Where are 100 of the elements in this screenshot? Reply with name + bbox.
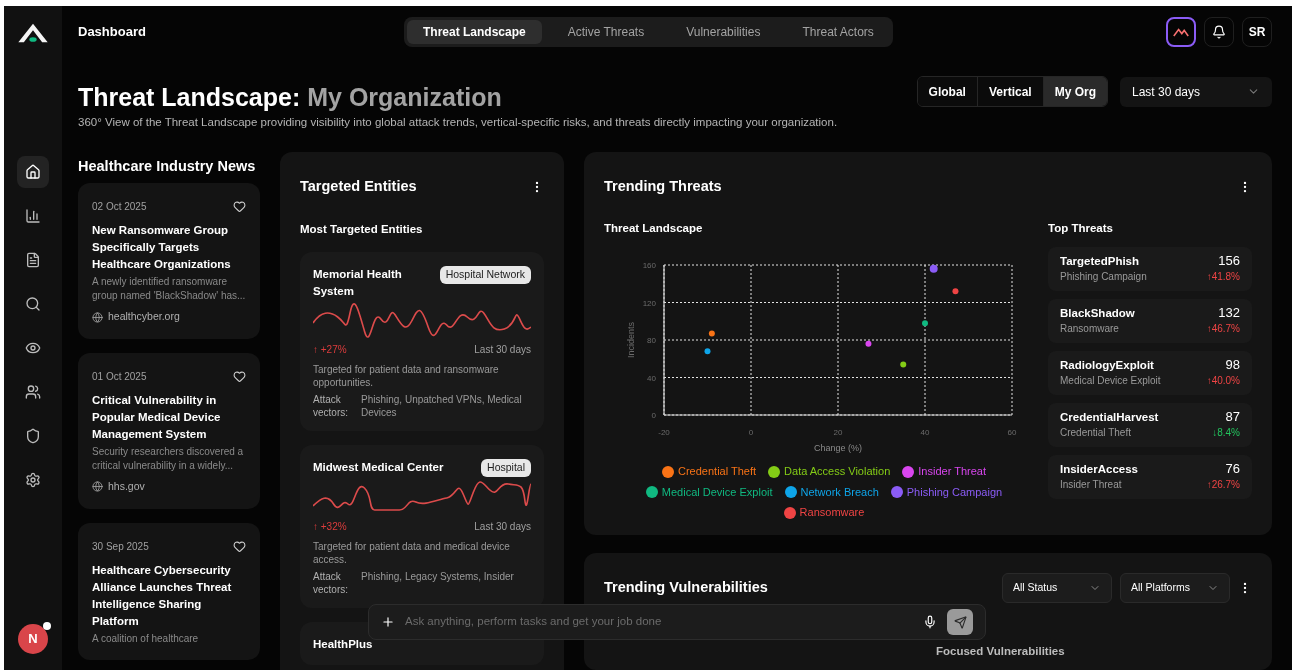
- legend-label: Medical Device Exploit: [661, 484, 773, 500]
- threat-change: ↑46.7%: [1206, 322, 1240, 337]
- globe-icon: [92, 311, 103, 323]
- avatar-button[interactable]: N: [18, 624, 48, 654]
- scope-option[interactable]: Vertical: [976, 77, 1043, 106]
- top-threat-card[interactable]: TargetedPhish Phishing Campaign 156 ↑41.8%: [1048, 247, 1252, 292]
- threat-change: ↑26.7%: [1206, 478, 1240, 493]
- top-threat-card[interactable]: CredentialHarvest Credential Theft 87 ↓8.4%: [1048, 403, 1252, 448]
- vectors-label: Attack vectors:: [313, 393, 349, 420]
- document-icon: [25, 252, 41, 268]
- news-headline: New Ransomware Group Specifically Targets Healthcare Organizations: [92, 223, 232, 273]
- scope-option[interactable]: Global: [917, 77, 977, 106]
- notifications-button[interactable]: [1204, 17, 1234, 47]
- threat-count: 76: [1224, 461, 1240, 478]
- entity-card[interactable]: Midwest Medical Center Hospital ↑ +32% Last 30 days Targeted for patient data and medical device access. Attack vectors: Phishing, Legacy Systems, Insider: [300, 445, 544, 608]
- entity-description: Targeted for patient data and ransomware opportunities.: [313, 363, 500, 390]
- users-icon: [25, 384, 41, 400]
- top-threat-card[interactable]: BlackShadow Ransomware 132 ↑46.7%: [1048, 299, 1252, 344]
- entity-name: HealthPlus: [313, 637, 373, 652]
- send-icon: [953, 615, 967, 629]
- news-headline: Critical Vulnerability in Popular Medical Device Management System: [92, 393, 222, 442]
- scope-option[interactable]: My Org: [1042, 77, 1107, 106]
- news-source[interactable]: healthcyber.org: [108, 309, 180, 325]
- x-tick-label: 40: [920, 428, 930, 438]
- threat-name: CredentialHarvest: [1060, 410, 1159, 426]
- legend-label: Data Access Violation: [784, 464, 891, 480]
- add-icon[interactable]: [381, 615, 395, 629]
- nav-tab[interactable]: Active Threats: [551, 20, 661, 44]
- threat-category: Ransomware: [1060, 322, 1120, 337]
- threat-change: ↓8.4%: [1212, 426, 1240, 441]
- page-heading: Dashboard: [78, 23, 147, 42]
- entity-description: Targeted for patient data and medical device access.: [313, 540, 511, 566]
- period-dropdown[interactable]: Last 30 days: [1120, 76, 1272, 107]
- news-date: 02 Oct 2025: [92, 200, 147, 215]
- favorite-icon[interactable]: [233, 370, 246, 383]
- nav-tab[interactable]: Threat Landscape: [407, 20, 542, 44]
- news-summary: A newly identified ransomware group named 'BlackShadow' has...: [92, 275, 246, 304]
- nav-tab[interactable]: Vulnerabilities: [670, 20, 777, 44]
- nav-tab[interactable]: Threat Actors: [786, 20, 890, 44]
- entity-tag: Hospital Network: [439, 266, 531, 284]
- threat-category: Insider Threat: [1060, 478, 1123, 493]
- news-source[interactable]: hhs.gov: [108, 479, 145, 495]
- chat-bar[interactable]: Ask anything, perform tasks and get your job done: [368, 604, 986, 640]
- user-button[interactable]: SR: [1242, 17, 1272, 47]
- threat-count: 156: [1217, 253, 1240, 270]
- entity-name: Midwest Medical Center: [313, 460, 444, 476]
- vectors-label: Attack vectors:: [313, 570, 349, 596]
- news-title: Healthcare Industry News: [78, 157, 257, 176]
- threat-count: 87: [1224, 409, 1240, 426]
- news-headline: Healthcare Cybersecurity Alliance Launches Threat Intelligence Sharing Platform: [92, 562, 233, 629]
- filter-dropdown[interactable]: All Platforms: [1120, 572, 1230, 603]
- legend-label: Network Breach: [800, 484, 879, 500]
- threat-name: InsiderAccess: [1060, 462, 1138, 478]
- y-tick-label: 80: [647, 336, 656, 346]
- section-title: Focused Vulnerabilities: [936, 643, 1065, 659]
- entity-period: Last 30 days: [474, 520, 531, 534]
- entity-name: Memorial Health System: [313, 267, 403, 300]
- home-icon: [25, 164, 41, 180]
- panel-title: Trending Vulnerabilities: [604, 577, 768, 597]
- threat-category: Credential Theft: [1060, 426, 1132, 441]
- assistant-button[interactable]: [1166, 17, 1196, 47]
- y-tick-label: 160: [642, 261, 656, 271]
- entity-card[interactable]: Memorial Health System Hospital Network ↑ +27% Last 30 days Targeted for patient data and ransomware opportunities. Attack vectors: Phishing, Unpatched VPNs, Medical Devices: [300, 252, 544, 432]
- legend-label: Ransomware: [799, 505, 865, 521]
- y-tick-label: 40: [647, 373, 656, 383]
- news-card[interactable]: 01 Oct 2025 Critical Vulnerability in Popular Medical Device Management System Security researchers discovered a critical vulnerability in a widely... hhs.gov: [78, 353, 260, 509]
- threat-name: RadiologyExploit: [1060, 358, 1155, 374]
- news-summary: Security researchers discovered a critical vulnerability in a widely...: [92, 445, 245, 473]
- eye-icon: [25, 340, 41, 356]
- globe-icon: [92, 481, 103, 493]
- x-tick-label: 60: [1007, 428, 1017, 438]
- send-button[interactable]: [947, 609, 973, 635]
- news-summary: A coalition of healthcare: [92, 631, 200, 646]
- settings-icon: [25, 472, 41, 488]
- favorite-icon[interactable]: [233, 539, 246, 553]
- search-icon: [25, 296, 41, 312]
- news-card[interactable]: 30 Sep 2025 Healthcare Cybersecurity Alliance Launches Threat Intelligence Sharing Platform A coalition of healthcare: [78, 522, 260, 660]
- news-card[interactable]: 02 Oct 2025 New Ransomware Group Specifically Targets Healthcare Organizations A newly identified ransomware group named 'BlackShadow' has... healthcyber.org: [78, 183, 260, 339]
- filter-dropdown[interactable]: All Status: [1002, 572, 1112, 603]
- shield-icon: [25, 428, 41, 444]
- logo-icon: [16, 22, 50, 44]
- bar-chart-icon: [25, 208, 41, 224]
- home-nav-button[interactable]: [17, 156, 49, 188]
- news-date: 30 Sep 2025: [92, 539, 149, 554]
- x-axis-title: Change (%): [814, 443, 862, 454]
- threat-change: ↑41.8%: [1206, 270, 1240, 285]
- entity-change: ↑ +27%: [313, 343, 347, 358]
- threat-change: ↑40.0%: [1206, 374, 1240, 389]
- page-title: Threat Landscape: My Organization: [78, 82, 503, 112]
- top-threat-card[interactable]: InsiderAccess Insider Threat 76 ↑26.7%: [1048, 455, 1252, 500]
- threat-name: BlackShadow: [1060, 306, 1135, 322]
- bell-icon: [1212, 25, 1226, 39]
- x-tick-label: -20: [658, 428, 670, 438]
- top-threat-card[interactable]: RadiologyExploit Medical Device Exploit 98 ↑40.0%: [1048, 351, 1252, 396]
- mountain-icon: [1173, 27, 1189, 37]
- vectors-value: Phishing, Unpatched VPNs, Medical Devices: [361, 393, 523, 420]
- microphone-icon[interactable]: [923, 615, 937, 629]
- entity-period: Last 30 days: [474, 343, 531, 358]
- threat-count: 132: [1217, 305, 1240, 322]
- favorite-icon[interactable]: [233, 200, 246, 214]
